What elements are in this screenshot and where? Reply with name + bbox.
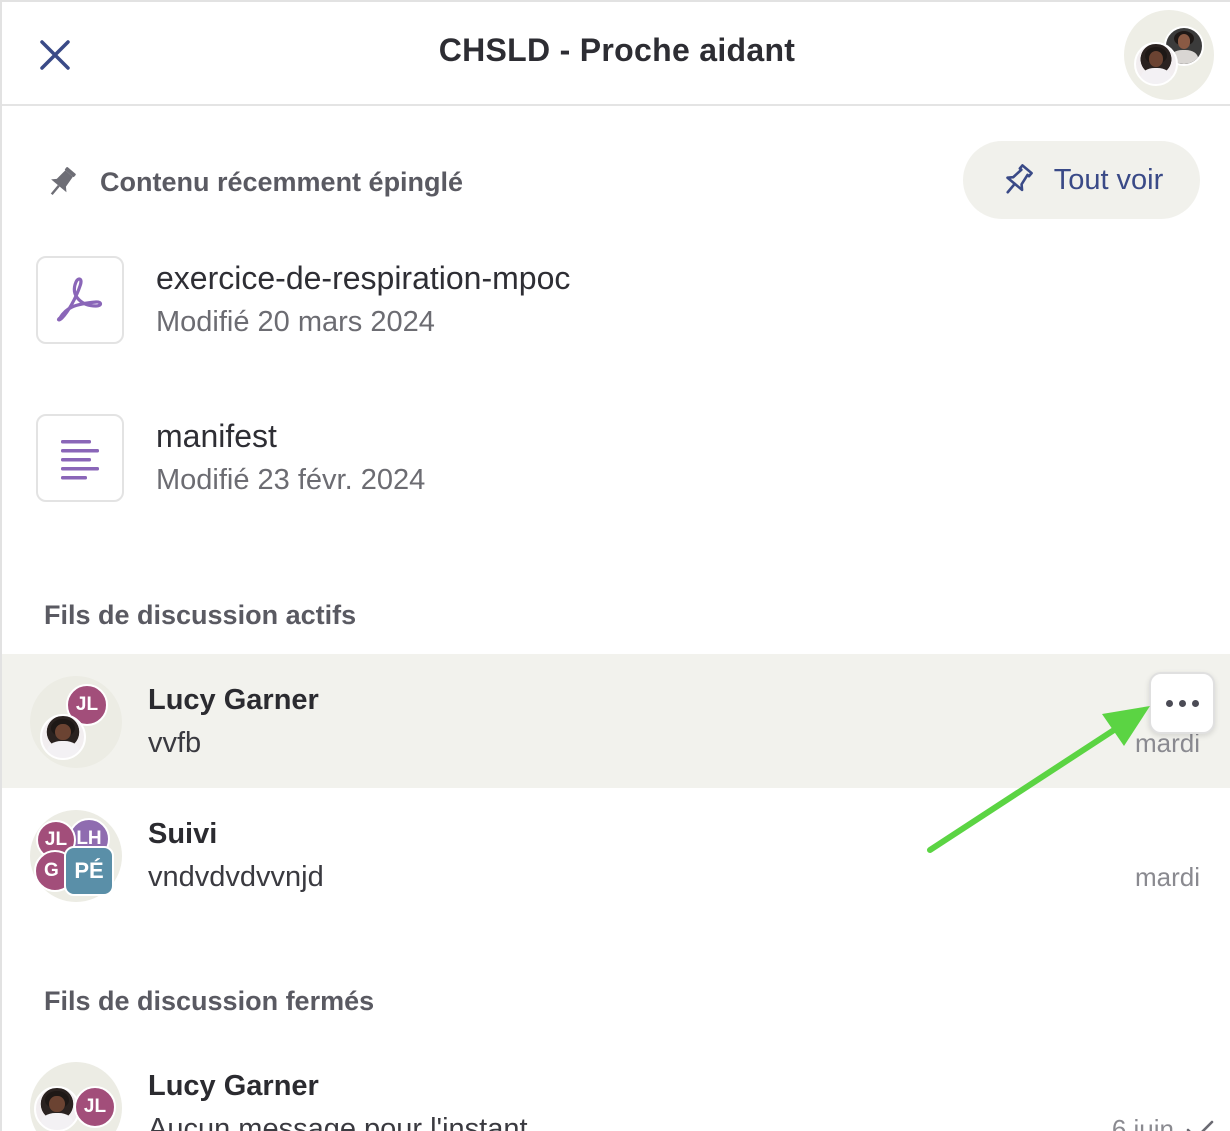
thread-item[interactable]: LH JL G PÉ Suivi vndvdvdvvnjd mardi [2, 788, 1230, 922]
file-modified-date: Modifié 23 févr. 2024 [156, 464, 426, 496]
file-icon-box [36, 256, 124, 344]
thread-preview: vndvdvdvvnjd [148, 861, 324, 893]
thread-avatar-group: LH JL G PÉ [30, 810, 122, 902]
app-frame: CHSLD - Proche aidant Contenu récemment … [0, 0, 1230, 1131]
pinned-file-item[interactable]: manifest Modifié 23 févr. 2024 [36, 414, 736, 504]
more-dots-icon [1165, 699, 1173, 707]
thread-name: Lucy Garner [148, 684, 319, 716]
checkmark-icon [1186, 1120, 1214, 1131]
thread-avatar-group: JL [30, 1062, 122, 1131]
thread-time: mardi [1134, 862, 1200, 892]
thread-avatar-group: JL [30, 676, 122, 768]
thread-time: 6 juin [1112, 1114, 1214, 1131]
file-name: manifest [156, 418, 277, 454]
avatar-initials: JL [74, 1086, 116, 1128]
see-all-label: Tout voir [1053, 163, 1164, 196]
thread-item[interactable]: JL Lucy Garner Aucun message pour l'inst… [2, 1040, 1230, 1131]
see-all-button[interactable]: Tout voir [963, 141, 1200, 219]
pdf-icon [56, 277, 103, 322]
header: CHSLD - Proche aidant [2, 2, 1230, 106]
thread-name: Suivi [148, 818, 218, 850]
pinned-file-item[interactable]: exercice-de-respiration-mpoc Modifié 20 … [36, 256, 736, 346]
avatar [1134, 42, 1178, 86]
participants-avatar-group[interactable] [1124, 10, 1214, 100]
pinned-section-header: Contenu récemment épinglé [44, 160, 463, 204]
closed-threads-title: Fils de discussion fermés [44, 986, 375, 1016]
file-name: exercice-de-respiration-mpoc [156, 260, 571, 296]
pin-outline-icon [1005, 164, 1033, 194]
thread-item[interactable]: JL Lucy Garner vvfb mardi [2, 654, 1230, 788]
pin-icon [50, 167, 76, 196]
file-icon-box [36, 414, 124, 502]
active-threads-title: Fils de discussion actifs [44, 600, 357, 630]
thread-time-label: 6 juin [1111, 1114, 1174, 1131]
avatar [40, 714, 86, 760]
thread-more-options-button[interactable] [1149, 672, 1215, 734]
avatar-initials: PÉ [64, 846, 114, 896]
document-icon [61, 440, 99, 480]
thread-preview: vvfb [148, 727, 202, 759]
thread-preview: Aucun message pour l'instant [148, 1113, 528, 1131]
pinned-section-title: Contenu récemment épinglé [100, 166, 464, 197]
thread-name: Lucy Garner [148, 1070, 319, 1102]
page-title: CHSLD - Proche aidant [438, 32, 796, 68]
file-modified-date: Modifié 20 mars 2024 [156, 306, 435, 338]
